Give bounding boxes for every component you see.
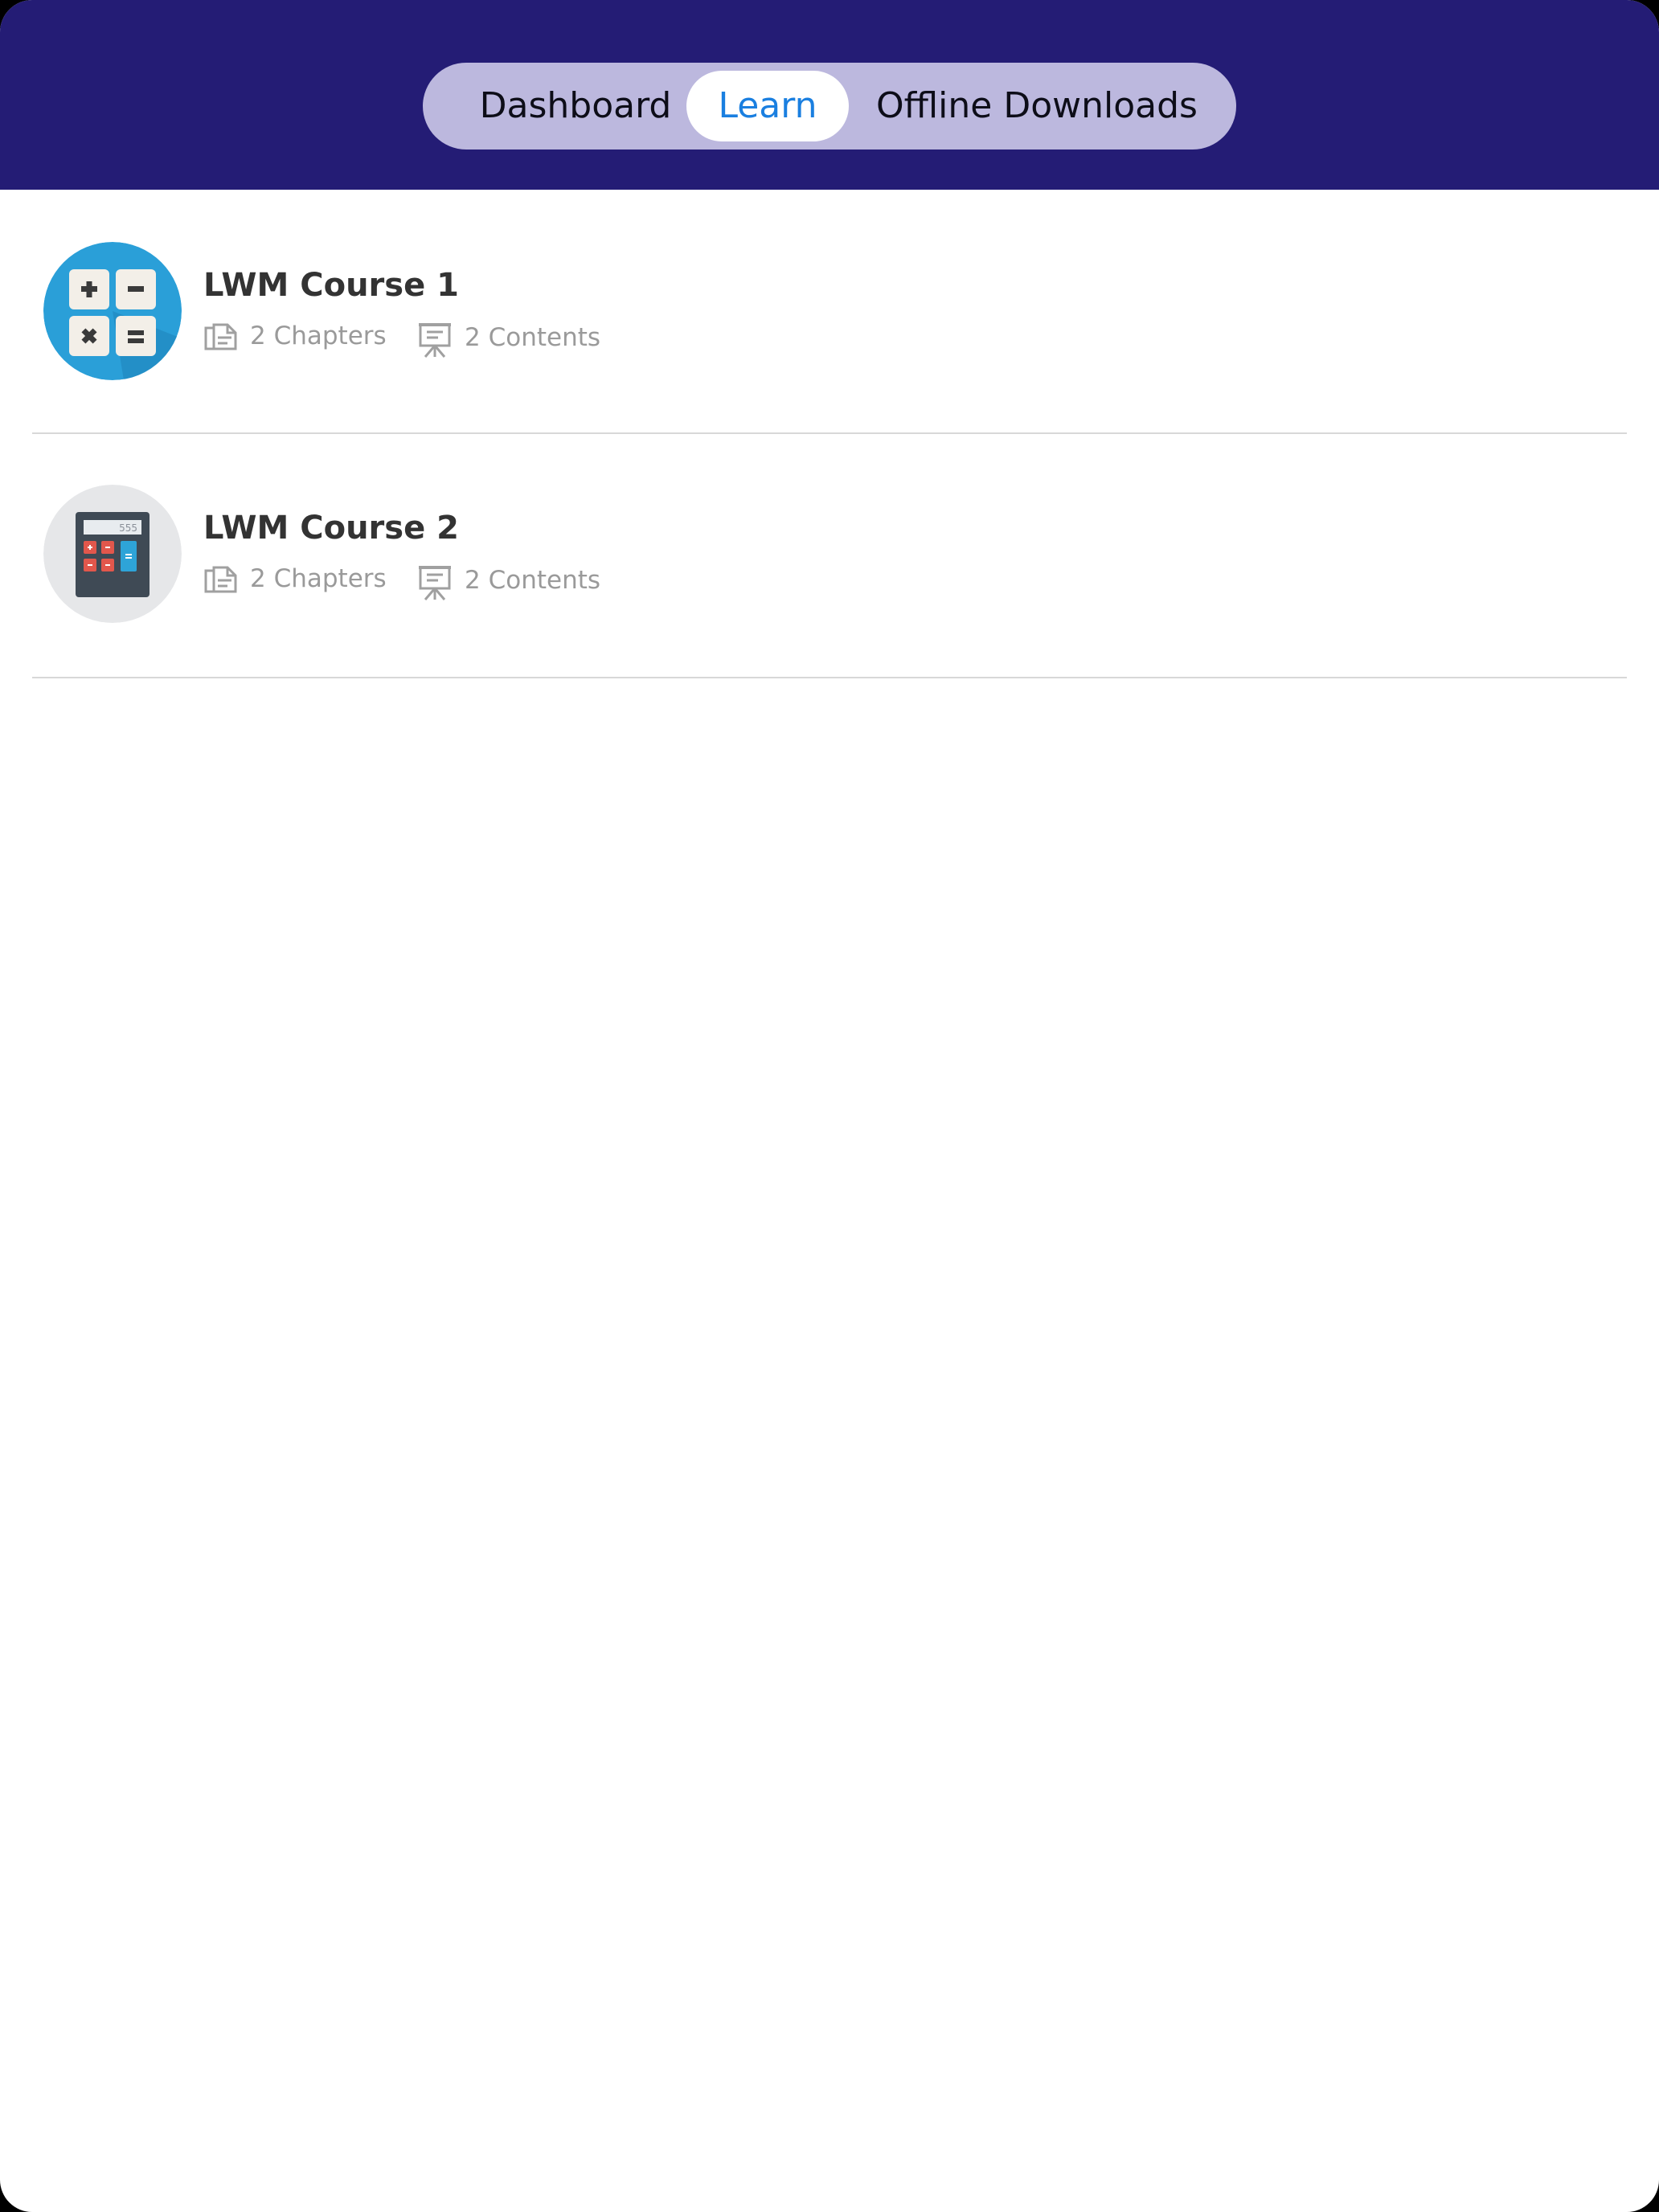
segmented-tab-control: Dashboard Learn Offline Downloads bbox=[423, 63, 1236, 150]
course-list-item[interactable]: LWM Course 1 2 Chapters 2 Contents bbox=[32, 190, 1627, 434]
chapters-count: 2 Chapters bbox=[250, 322, 387, 350]
math-operators-icon bbox=[43, 242, 182, 380]
contents-count: 2 Contents bbox=[465, 566, 601, 595]
tab-dashboard[interactable]: Dashboard bbox=[437, 71, 714, 141]
chapters-icon bbox=[203, 322, 239, 360]
top-header: Dashboard Learn Offline Downloads bbox=[0, 0, 1659, 190]
contents-count: 2 Contents bbox=[465, 323, 601, 352]
course-list-item[interactable]: 555 LWM Course 2 2 Chapters 2 Contents bbox=[32, 434, 1627, 678]
chapters-count: 2 Chapters bbox=[250, 564, 387, 593]
app-screen: Dashboard Learn Offline Downloads LWM Co… bbox=[0, 0, 1659, 2212]
calculator-icon: 555 bbox=[43, 485, 182, 623]
presentation-board-icon bbox=[417, 322, 453, 365]
calculator-display: 555 bbox=[119, 522, 137, 534]
presentation-board-icon bbox=[417, 564, 453, 608]
course-title: LWM Course 1 bbox=[203, 267, 459, 304]
course-title: LWM Course 2 bbox=[203, 510, 459, 547]
tab-learn[interactable]: Learn bbox=[686, 71, 849, 141]
tab-offline-downloads[interactable]: Offline Downloads bbox=[849, 71, 1225, 141]
chapters-icon bbox=[203, 564, 239, 603]
